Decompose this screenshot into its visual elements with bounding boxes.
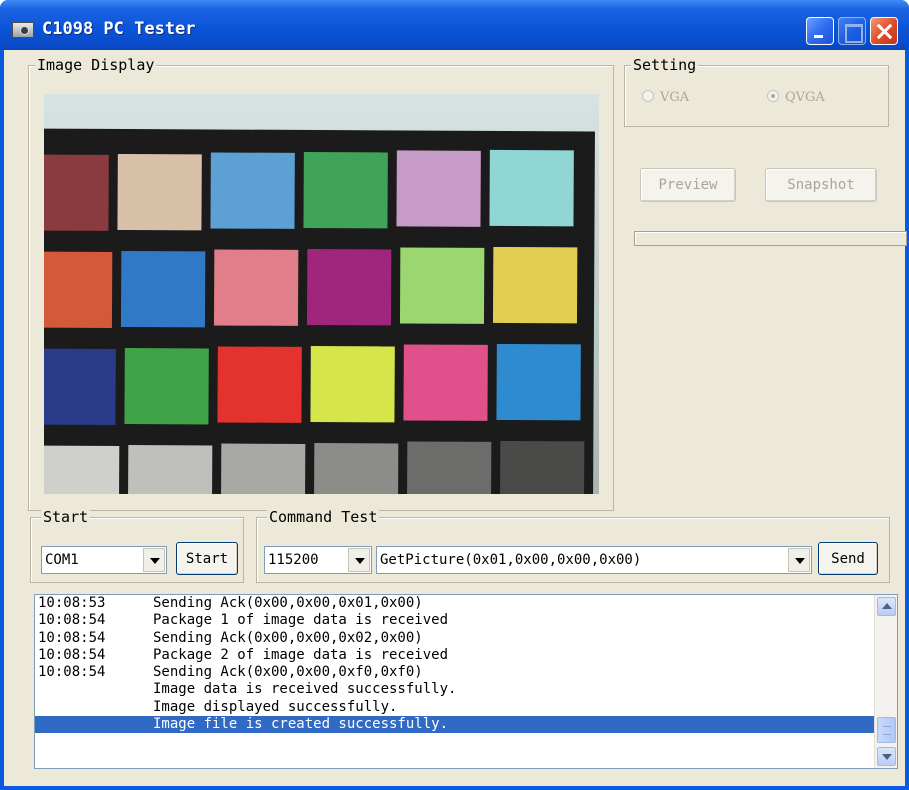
radio-qvga: QVGA: [767, 90, 825, 105]
log-list[interactable]: 10:08:53 Sending Ack(0x00,0x00,0x01,0x00)…: [34, 594, 898, 769]
log-message: Package 2 of image data is received: [153, 646, 449, 663]
window-title: C1098 PC Tester: [42, 19, 196, 39]
camera-icon[interactable]: [12, 22, 34, 38]
radio-vga-label: VGA: [660, 90, 690, 105]
command-test-label: Command Test: [267, 508, 380, 526]
log-message: Sending Ack(0x00,0x00,0xf0,0xf0): [153, 664, 423, 681]
scroll-down-icon[interactable]: [877, 747, 896, 766]
color-patch: [117, 153, 202, 230]
scroll-thumb[interactable]: [877, 717, 896, 743]
snapshot-button: Snapshot: [765, 168, 877, 202]
com-port-select[interactable]: COM1: [41, 546, 167, 574]
log-row[interactable]: 10:08:54 Package 1 of image data is recei…: [35, 612, 897, 629]
color-patch: [213, 249, 299, 326]
log-time: 10:08:54: [38, 612, 106, 629]
log-row[interactable]: 10:08:54 Sending Ack(0x00,0x00,0x02,0x00): [35, 630, 897, 647]
color-patch: [399, 247, 485, 324]
color-patch: [120, 250, 206, 327]
log-time: 10:08:54: [38, 629, 106, 646]
color-patch: [44, 251, 113, 328]
log-time: 10:08:53: [38, 595, 106, 611]
chevron-down-icon[interactable]: [143, 548, 165, 572]
log-message: Image data is received successfully.: [153, 681, 457, 698]
start-button[interactable]: Start: [176, 542, 238, 575]
log-message: Image file is created successfully.: [153, 716, 449, 733]
color-patch: [306, 248, 392, 325]
log-message: Sending Ack(0x00,0x00,0x01,0x00): [153, 595, 423, 611]
color-patch: [44, 445, 120, 494]
maximize-button: [838, 17, 866, 45]
color-patch: [396, 150, 481, 227]
com-port-value: COM1: [45, 552, 79, 568]
color-patch: [489, 149, 574, 226]
close-button[interactable]: [870, 17, 898, 45]
color-patch: [499, 440, 585, 494]
color-patch: [313, 442, 399, 494]
color-checker-board: [44, 128, 595, 494]
setting-label: Setting: [631, 56, 699, 74]
color-patch: [220, 443, 306, 494]
radio-qvga-label: QVGA: [785, 90, 825, 105]
color-patch: [210, 152, 295, 229]
baud-rate-value: 115200: [268, 552, 319, 568]
start-group-label: Start: [41, 508, 91, 526]
log-time: 10:08:54: [38, 646, 106, 663]
progress-bar: [634, 231, 907, 246]
log-row[interactable]: Image data is received successfully.: [35, 681, 897, 698]
log-message: Sending Ack(0x00,0x00,0x02,0x00): [153, 629, 423, 646]
log-row[interactable]: Image file is created successfully.: [35, 716, 875, 734]
color-patch: [310, 345, 395, 422]
log-rows: 10:08:53 Sending Ack(0x00,0x00,0x01,0x00)…: [35, 595, 897, 734]
title-bar[interactable]: C1098 PC Tester: [0, 0, 909, 50]
send-button[interactable]: Send: [818, 542, 878, 575]
radio-qvga-dot: [767, 90, 779, 102]
preview-button: Preview: [640, 168, 736, 202]
log-scrollbar[interactable]: [874, 595, 897, 768]
app-window: C1098 PC Tester Image Display Setting VG…: [0, 0, 909, 790]
color-patch: [496, 343, 581, 420]
color-patch: [44, 154, 109, 231]
log-row[interactable]: 10:08:53 Sending Ack(0x00,0x00,0x01,0x00): [35, 595, 897, 612]
log-message: Image displayed successfully.: [153, 698, 398, 715]
color-patch: [492, 246, 578, 323]
chevron-down-icon[interactable]: [788, 548, 810, 572]
command-select[interactable]: GetPicture(0x01,0x00,0x00,0x00): [376, 546, 812, 574]
color-patch: [403, 344, 488, 421]
log-message: Package 1 of image data is received: [153, 612, 449, 629]
log-time: 10:08:54: [38, 664, 106, 681]
log-row[interactable]: Image displayed successfully.: [35, 699, 897, 716]
radio-vga: VGA: [642, 90, 689, 105]
color-patch: [44, 348, 116, 425]
command-value: GetPicture(0x01,0x00,0x00,0x00): [380, 552, 642, 568]
color-patch: [124, 347, 209, 424]
minimize-button[interactable]: [806, 17, 834, 45]
color-patch: [127, 444, 213, 494]
image-display-label: Image Display: [35, 56, 157, 74]
color-patch: [217, 346, 302, 423]
baud-rate-select[interactable]: 115200: [264, 546, 372, 574]
scroll-up-icon[interactable]: [877, 597, 896, 616]
camera-image: [44, 94, 599, 494]
radio-vga-dot: [642, 90, 654, 102]
client-area: Image Display Setting VGA QVGA Preview S…: [4, 50, 907, 786]
log-row[interactable]: 10:08:54 Package 2 of image data is recei…: [35, 647, 897, 664]
chevron-down-icon[interactable]: [348, 548, 370, 572]
color-patch: [406, 441, 492, 494]
log-row[interactable]: 10:08:54 Sending Ack(0x00,0x00,0xf0,0xf0): [35, 664, 897, 681]
color-patch: [303, 151, 388, 228]
